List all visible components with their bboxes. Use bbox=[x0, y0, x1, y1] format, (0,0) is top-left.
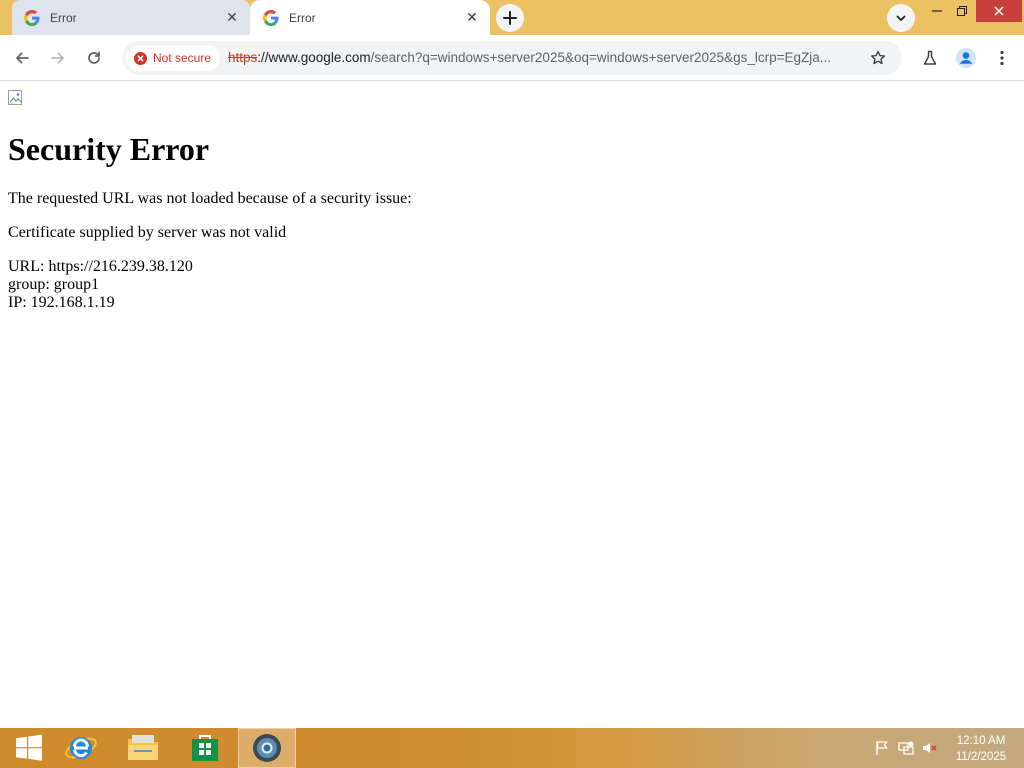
more-vert-icon bbox=[1000, 50, 1004, 66]
tab-strip: Error ✕ Error ✕ bbox=[0, 0, 1024, 35]
internet-explorer-icon bbox=[65, 737, 97, 759]
store-icon bbox=[192, 735, 218, 761]
system-clock[interactable]: 12:10 AM 11/2/2025 bbox=[946, 733, 1016, 765]
minimize-icon bbox=[932, 10, 942, 12]
close-window-button[interactable] bbox=[976, 0, 1022, 22]
google-favicon-icon bbox=[24, 9, 40, 26]
reload-icon bbox=[88, 51, 100, 64]
browser-app-icon bbox=[253, 734, 281, 762]
broken-image-icon bbox=[8, 90, 24, 106]
volume-muted-icon[interactable] bbox=[920, 728, 940, 768]
url-detail: URL: https://216.239.38.120 bbox=[8, 258, 193, 275]
connection-details: URL: https://216.239.38.120 group: group… bbox=[8, 258, 193, 312]
forward-arrow-icon bbox=[51, 52, 64, 64]
labs-button[interactable] bbox=[916, 44, 944, 72]
reload-button[interactable] bbox=[80, 44, 108, 72]
url-text[interactable]: https://www.google.com/search?q=windows+… bbox=[228, 50, 858, 65]
address-bar[interactable]: Not secure https://www.google.com/search… bbox=[122, 41, 902, 75]
close-tab-icon[interactable]: ✕ bbox=[222, 8, 242, 28]
chevron-down-icon bbox=[896, 15, 906, 21]
profile-button[interactable] bbox=[952, 44, 980, 72]
tab-error-1[interactable]: Error ✕ bbox=[12, 0, 250, 35]
close-icon bbox=[994, 6, 1004, 16]
store-taskbar-button[interactable] bbox=[176, 728, 234, 768]
error-description: The requested URL was not loaded because… bbox=[8, 190, 412, 207]
folder-icon bbox=[128, 735, 158, 760]
google-favicon-icon bbox=[263, 9, 279, 26]
not-secure-icon bbox=[134, 51, 147, 65]
page-title: Security Error bbox=[8, 131, 210, 167]
profile-avatar-icon bbox=[956, 48, 976, 68]
clock-time: 12:10 AM bbox=[956, 735, 1006, 747]
menu-button[interactable] bbox=[988, 44, 1016, 72]
back-arrow-icon bbox=[16, 52, 29, 64]
bookmark-star-button[interactable] bbox=[866, 46, 890, 70]
start-button[interactable] bbox=[0, 728, 58, 768]
restore-icon bbox=[957, 6, 967, 16]
taskbar: 12:10 AM 11/2/2025 bbox=[0, 728, 1024, 768]
minimize-button[interactable] bbox=[925, 0, 949, 22]
forward-button[interactable] bbox=[44, 44, 72, 72]
tab-search-button[interactable] bbox=[887, 4, 915, 32]
restore-button[interactable] bbox=[950, 0, 974, 22]
flask-icon bbox=[923, 50, 937, 65]
windows-logo-icon bbox=[16, 734, 42, 761]
not-secure-label: Not secure bbox=[153, 51, 212, 65]
url-host: ://www.google.com bbox=[257, 50, 371, 65]
file-explorer-taskbar-button[interactable] bbox=[114, 728, 172, 768]
url-scheme: https bbox=[228, 50, 258, 65]
url-path: /search?q=windows+server2025&oq=windows+… bbox=[370, 50, 831, 65]
network-icon[interactable] bbox=[896, 728, 916, 768]
plus-icon bbox=[503, 11, 517, 25]
tab-error-2[interactable]: Error ✕ bbox=[250, 0, 490, 35]
ip-detail: IP: 192.168.1.19 bbox=[8, 294, 115, 311]
new-tab-button[interactable] bbox=[496, 4, 524, 32]
back-button[interactable] bbox=[8, 44, 36, 72]
page-content: Security Error The requested URL was not… bbox=[0, 82, 1024, 728]
tab-title: Error bbox=[50, 10, 77, 25]
not-secure-chip[interactable]: Not secure bbox=[126, 45, 221, 71]
clock-date: 11/2/2025 bbox=[955, 751, 1007, 763]
action-center-flag-icon[interactable] bbox=[872, 728, 892, 768]
certificate-message: Certificate supplied by server was not v… bbox=[8, 224, 287, 241]
internet-explorer-taskbar-button[interactable] bbox=[52, 728, 110, 768]
group-detail: group: group1 bbox=[8, 276, 100, 293]
chrome-taskbar-button[interactable] bbox=[238, 728, 296, 768]
browser-toolbar: Not secure https://www.google.com/search… bbox=[0, 35, 1024, 81]
close-tab-icon[interactable]: ✕ bbox=[462, 8, 482, 28]
tab-title: Error bbox=[289, 10, 316, 25]
star-icon bbox=[870, 50, 886, 65]
